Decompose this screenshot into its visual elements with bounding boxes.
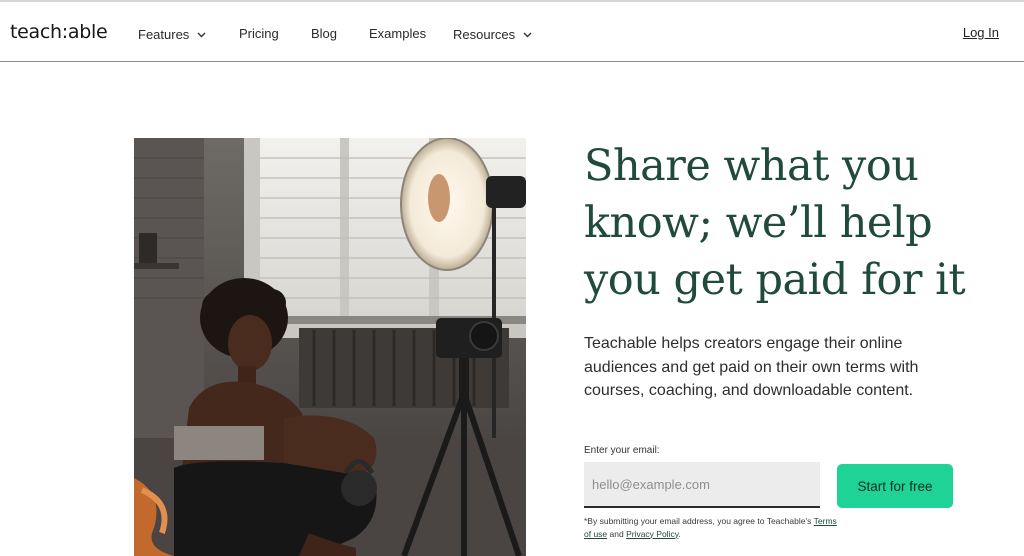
chevron-down-icon [523, 26, 532, 41]
teachable-logo[interactable]: teach:able [10, 21, 108, 43]
legal-disclaimer: *By submitting your email address, you a… [584, 515, 844, 540]
headline-line-3: you get paid for it [584, 255, 966, 305]
nav-blog-label: Blog [311, 26, 338, 41]
nav-resources-label: Resources [453, 27, 516, 42]
nav-examples[interactable]: Examples [369, 26, 426, 41]
nav-features[interactable]: Features [138, 26, 206, 42]
headline-line-2: know; we’ll help [584, 198, 933, 248]
email-label: Enter your email: [584, 445, 660, 456]
nav-resources[interactable]: Resources [453, 26, 532, 42]
email-input[interactable] [584, 462, 820, 508]
hero-headline: Share what you know; we’ll help you get … [584, 138, 1004, 309]
legal-prefix: *By submitting your email address, you a… [584, 516, 814, 526]
hero-subtext: Teachable helps creators engage their on… [584, 335, 919, 399]
start-for-free-button[interactable]: Start for free [837, 464, 953, 508]
nav-pricing-label: Pricing [239, 26, 279, 41]
nav-blog[interactable]: Blog [311, 26, 337, 41]
chevron-down-icon [197, 26, 206, 41]
legal-and: and [607, 528, 627, 539]
site-header: teach:able Features Pricing Blog Example… [0, 2, 1024, 62]
headline-line-1: Share what you [584, 141, 919, 191]
nav-pricing[interactable]: Pricing [239, 26, 279, 41]
privacy-policy-link[interactable]: Privacy Policy [626, 529, 678, 539]
nav-features-label: Features [138, 27, 190, 42]
hero-photo [134, 138, 526, 556]
login-link[interactable]: Log In [963, 25, 999, 40]
legal-suffix: . [678, 528, 681, 539]
nav-examples-label: Examples [369, 26, 427, 41]
